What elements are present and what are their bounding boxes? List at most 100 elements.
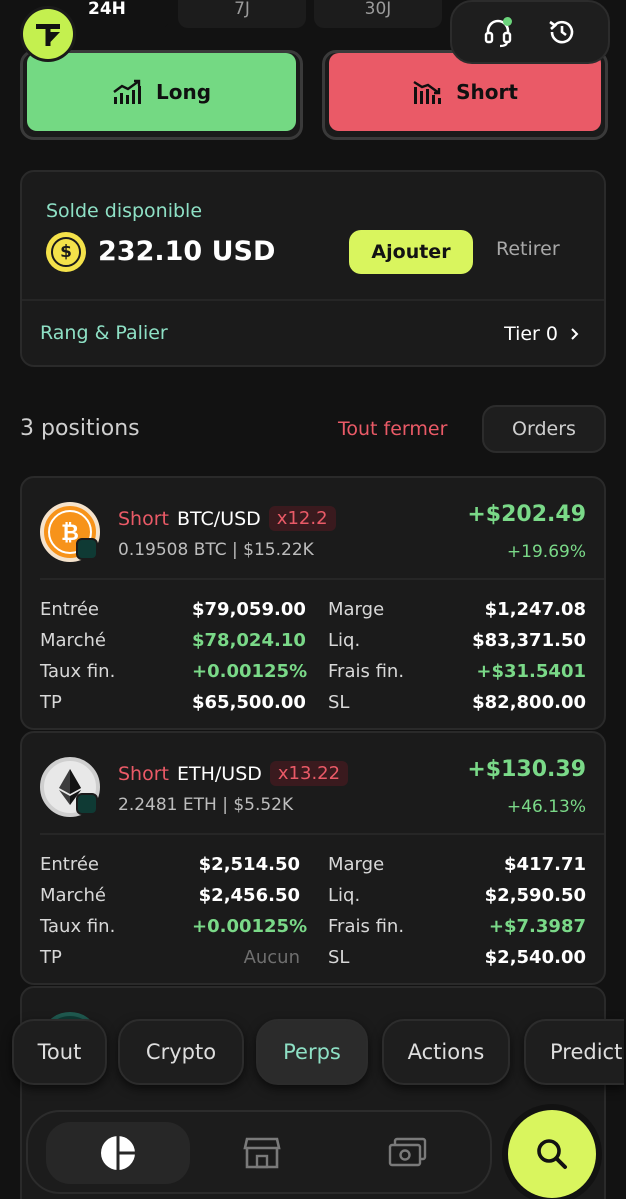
- position-side: Short: [118, 762, 169, 785]
- detail-row: Entrée $2,514.50 Marge $417.71: [40, 849, 586, 880]
- ethereum-icon: [40, 757, 100, 817]
- entry-value: $2,514.50: [198, 854, 300, 875]
- market-value: $2,456.50: [198, 885, 300, 906]
- tab-7j[interactable]: 7J: [178, 0, 306, 28]
- tab-30j[interactable]: 30J: [314, 0, 442, 28]
- position-pnl-percent: +46.13%: [506, 797, 586, 817]
- position-card[interactable]: Short ETH/USD x13.22 2.2481 ETH | $5.52K…: [20, 731, 606, 985]
- cash-icon: [388, 1137, 427, 1167]
- infinity-badge-icon: [76, 538, 98, 560]
- position-pair: ETH/USD: [177, 762, 262, 785]
- tp-value[interactable]: Aucun: [192, 947, 300, 968]
- liq-value: $83,371.50: [472, 630, 586, 651]
- bitcoin-icon: ₿: [40, 502, 100, 562]
- nav-portfolio[interactable]: [46, 1122, 190, 1184]
- orders-button[interactable]: Orders: [482, 405, 606, 453]
- leverage-badge: x12.2: [268, 506, 336, 531]
- funding-fees-value: +$31.5401: [476, 661, 586, 682]
- history-icon[interactable]: [544, 14, 580, 50]
- detail-row: Marché $2,456.50 Liq. $2,590.50: [40, 880, 586, 911]
- funding-fees-value: +$7.3987: [488, 916, 586, 937]
- logo-icon: [36, 24, 60, 46]
- liq-value: $2,590.50: [484, 885, 586, 906]
- withdraw-button[interactable]: Retirer: [496, 238, 560, 260]
- sl-label: SL: [328, 692, 350, 713]
- sl-value[interactable]: $82,800.00: [450, 692, 586, 713]
- short-label: Short: [456, 80, 518, 104]
- support-icon[interactable]: [480, 14, 516, 50]
- funding-rate-label: Taux fin.: [40, 661, 116, 682]
- leverage-badge: x13.22: [269, 761, 349, 786]
- chevron-right-icon: [571, 328, 579, 340]
- liq-label: Liq.: [328, 630, 361, 651]
- top-actions: [450, 0, 610, 64]
- position-pnl: +$130.39: [467, 757, 586, 782]
- search-button[interactable]: [508, 1110, 596, 1198]
- entry-label: Entrée: [40, 854, 99, 875]
- position-pnl: +$202.49: [467, 502, 586, 527]
- position-card[interactable]: ₿ Short BTC/USD x12.2 0.19508 BTC | $15.…: [20, 476, 606, 730]
- filter-crypto[interactable]: Crypto: [118, 1019, 244, 1085]
- app-logo: [20, 6, 76, 62]
- funding-fees-label: Frais fin.: [328, 916, 405, 937]
- filter-all[interactable]: Tout: [12, 1019, 107, 1085]
- long-label: Long: [155, 80, 212, 104]
- nav-market[interactable]: [224, 1122, 300, 1184]
- tp-value[interactable]: $65,500.00: [192, 692, 306, 713]
- balance-label: Solde disponible: [46, 200, 203, 222]
- timeframe-tabs: 24H 7J 30J: [42, 0, 442, 28]
- positions-count: 3 positions: [20, 416, 140, 441]
- position-details: Entrée $79,059.00 Marge $1,247.08 Marché…: [40, 594, 586, 718]
- sl-label: SL: [328, 947, 350, 968]
- tier-value[interactable]: Tier 0: [504, 323, 580, 345]
- chart-down-icon: [413, 80, 442, 104]
- filter-perps[interactable]: Perps: [256, 1019, 368, 1085]
- margin-label: Marge: [328, 599, 385, 620]
- search-icon: [537, 1139, 567, 1169]
- divider: [22, 299, 604, 301]
- nav-wallet[interactable]: [368, 1122, 448, 1184]
- detail-row: Entrée $79,059.00 Marge $1,247.08: [40, 594, 586, 625]
- margin-label: Marge: [328, 854, 385, 875]
- liq-label: Liq.: [328, 885, 361, 906]
- tp-label: TP: [40, 947, 62, 968]
- detail-row: Taux fin. +0.00125% Frais fin. +$31.5401: [40, 656, 586, 687]
- asset-filter-bar: Tout Crypto Perps Actions Predict: [0, 1019, 626, 1085]
- position-side: Short: [118, 507, 169, 530]
- funding-rate-value: +0.00125%: [192, 916, 308, 937]
- detail-row: TP $65,500.00 SL $82,800.00: [40, 687, 586, 718]
- funding-rate-label: Taux fin.: [40, 916, 116, 937]
- bottom-nav: [26, 1110, 492, 1194]
- detail-row: TP Aucun SL $2,540.00: [40, 942, 586, 973]
- position-pnl-percent: +19.69%: [506, 542, 586, 562]
- market-label: Marché: [40, 630, 106, 651]
- long-button[interactable]: Long: [20, 50, 303, 140]
- funding-rate-value: +0.00125%: [192, 661, 308, 682]
- detail-row: Marché $78,024.10 Liq. $83,371.50: [40, 625, 586, 656]
- margin-value: $1,247.08: [484, 599, 586, 620]
- tier-label: Tier 0: [504, 323, 558, 345]
- market-label: Marché: [40, 885, 106, 906]
- filter-predict[interactable]: Predict: [524, 1019, 624, 1085]
- store-icon: [243, 1137, 281, 1169]
- entry-value: $79,059.00: [192, 599, 306, 620]
- dollar-coin-icon: $: [46, 232, 86, 272]
- close-all-button[interactable]: Tout fermer: [338, 418, 447, 440]
- filter-actions[interactable]: Actions: [382, 1019, 510, 1085]
- tp-label: TP: [40, 692, 62, 713]
- sl-value[interactable]: $2,540.00: [450, 947, 586, 968]
- balance-card: Solde disponible $ 232.10 USD Ajouter Re…: [20, 170, 606, 367]
- position-title: Short BTC/USD x12.2: [118, 506, 336, 531]
- balance-amount: 232.10 USD: [98, 236, 276, 267]
- divider: [40, 833, 604, 835]
- margin-value: $417.71: [504, 854, 586, 875]
- funding-fees-label: Frais fin.: [328, 661, 405, 682]
- market-value: $78,024.10: [192, 630, 306, 651]
- add-funds-button[interactable]: Ajouter: [349, 230, 473, 274]
- pie-chart-icon: [101, 1136, 135, 1170]
- position-details: Entrée $2,514.50 Marge $417.71 Marché $2…: [40, 849, 586, 973]
- online-status-dot: [503, 17, 512, 26]
- position-size: 0.19508 BTC | $15.22K: [118, 540, 314, 560]
- rank-tier-link[interactable]: Rang & Palier: [40, 322, 168, 344]
- position-size: 2.2481 ETH | $5.52K: [118, 795, 294, 815]
